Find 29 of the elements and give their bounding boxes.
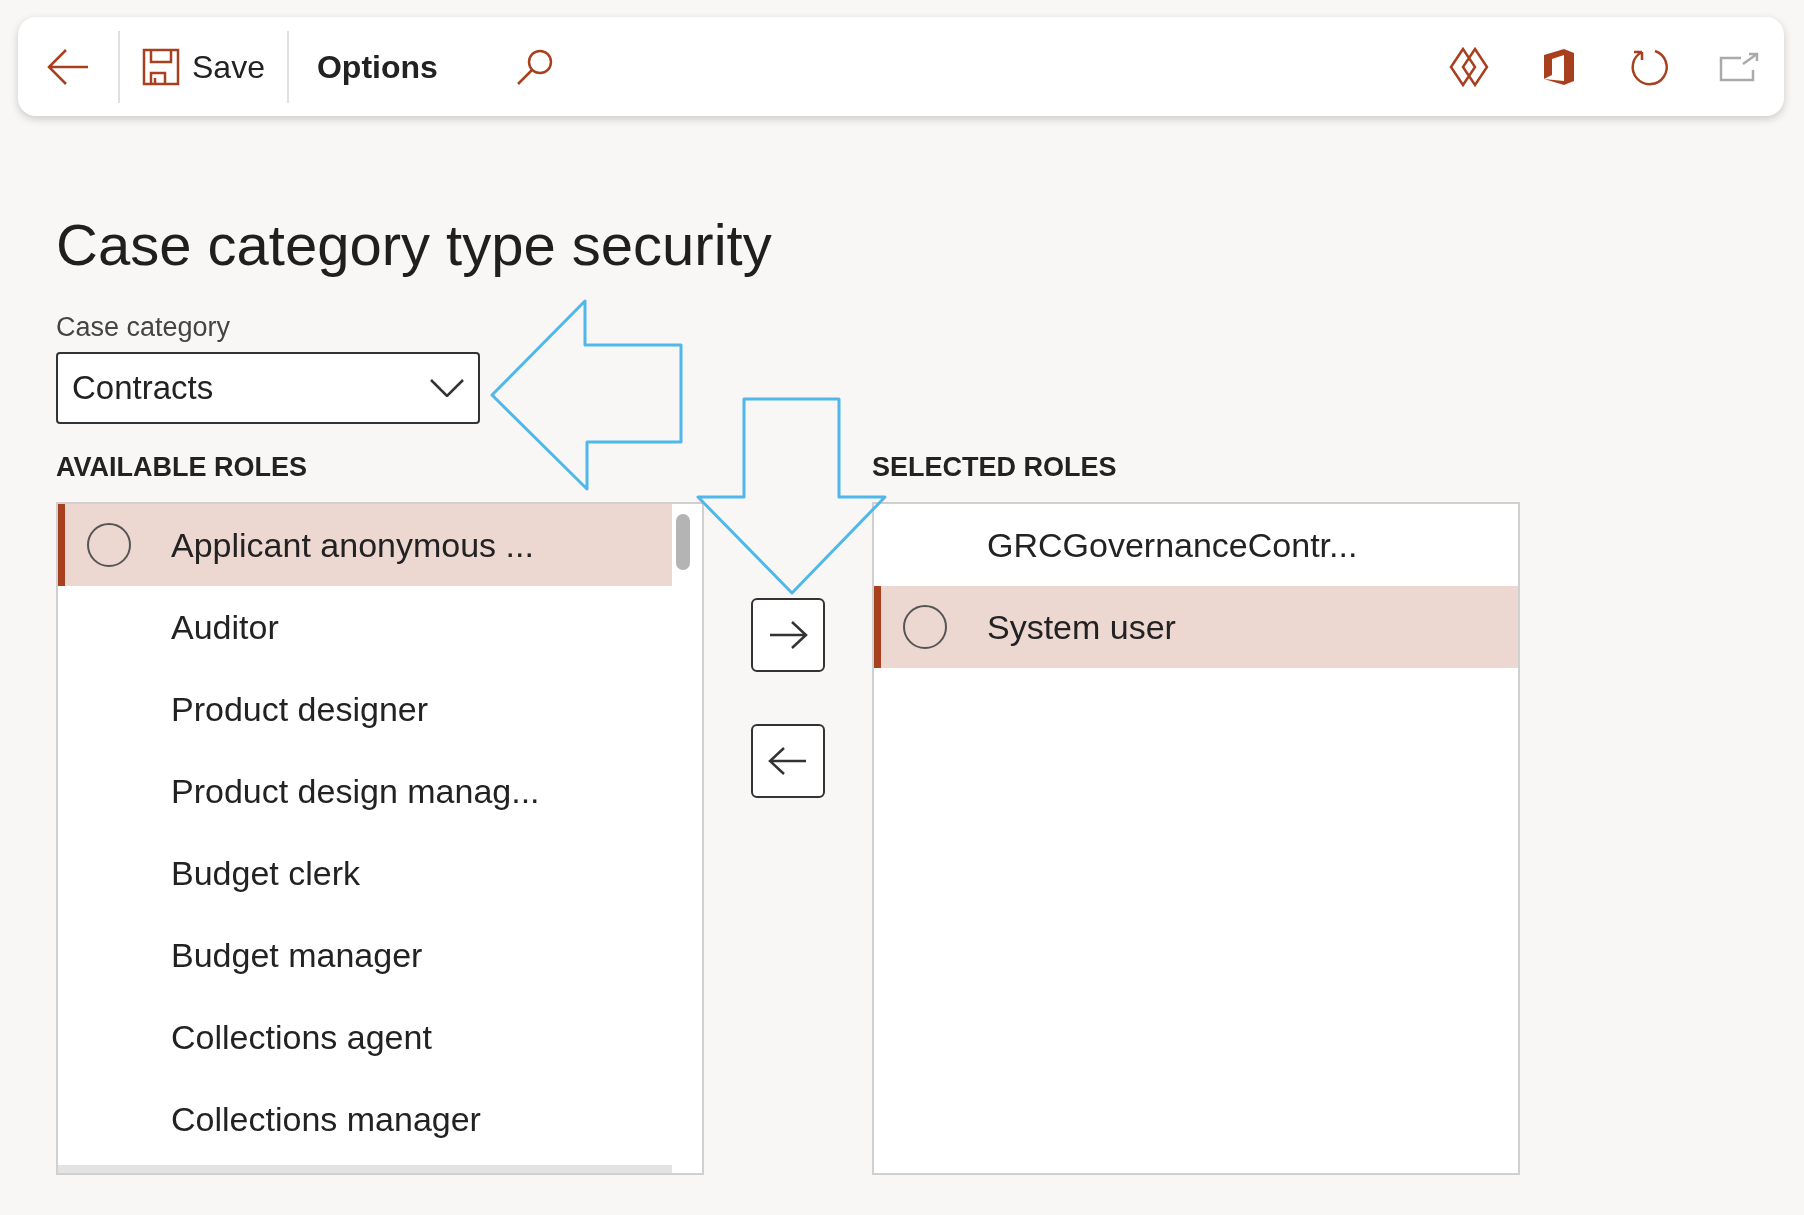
role-list-item[interactable]: Collections agent (58, 996, 672, 1078)
field-label: Case category (56, 311, 232, 344)
office-icon (1542, 46, 1576, 87)
popout-icon (1719, 51, 1759, 82)
remove-role-button[interactable] (751, 724, 825, 798)
role-list-item[interactable]: Applicant anonymous ... (58, 504, 672, 586)
chevron-down-icon (430, 379, 464, 397)
section-heading: SELECTED ROLES (872, 451, 1118, 484)
diamond-icon (1448, 45, 1490, 88)
role-list-item[interactable]: GRCGovernanceContr... (874, 504, 1518, 586)
search-icon (515, 47, 554, 86)
case-category-dropdown[interactable]: Contracts (56, 352, 480, 424)
back-arrow-icon (46, 47, 90, 86)
options-button[interactable]: Options (288, 17, 466, 116)
left-arrow-icon (768, 746, 808, 776)
role-list-item[interactable]: Budget clerk (58, 832, 672, 914)
role-list-item[interactable]: System user (874, 586, 1518, 668)
page-title: Case category type security (56, 211, 773, 279)
add-role-button[interactable] (751, 598, 825, 672)
role-list-item[interactable]: Budget manager (58, 914, 672, 996)
scrollbar-thumb[interactable] (676, 514, 690, 570)
right-arrow-icon (768, 620, 808, 650)
horizontal-scrollbar[interactable] (58, 1165, 672, 1173)
role-list-item[interactable]: Auditor (58, 586, 672, 668)
role-list-item[interactable]: Product design manag... (58, 750, 672, 832)
role-list-item[interactable]: Collections manager (58, 1078, 672, 1160)
section-heading: AVAILABLE ROLES (56, 451, 308, 484)
role-list-item[interactable]: Product designer (58, 668, 672, 750)
save-button[interactable]: Save (120, 17, 287, 116)
